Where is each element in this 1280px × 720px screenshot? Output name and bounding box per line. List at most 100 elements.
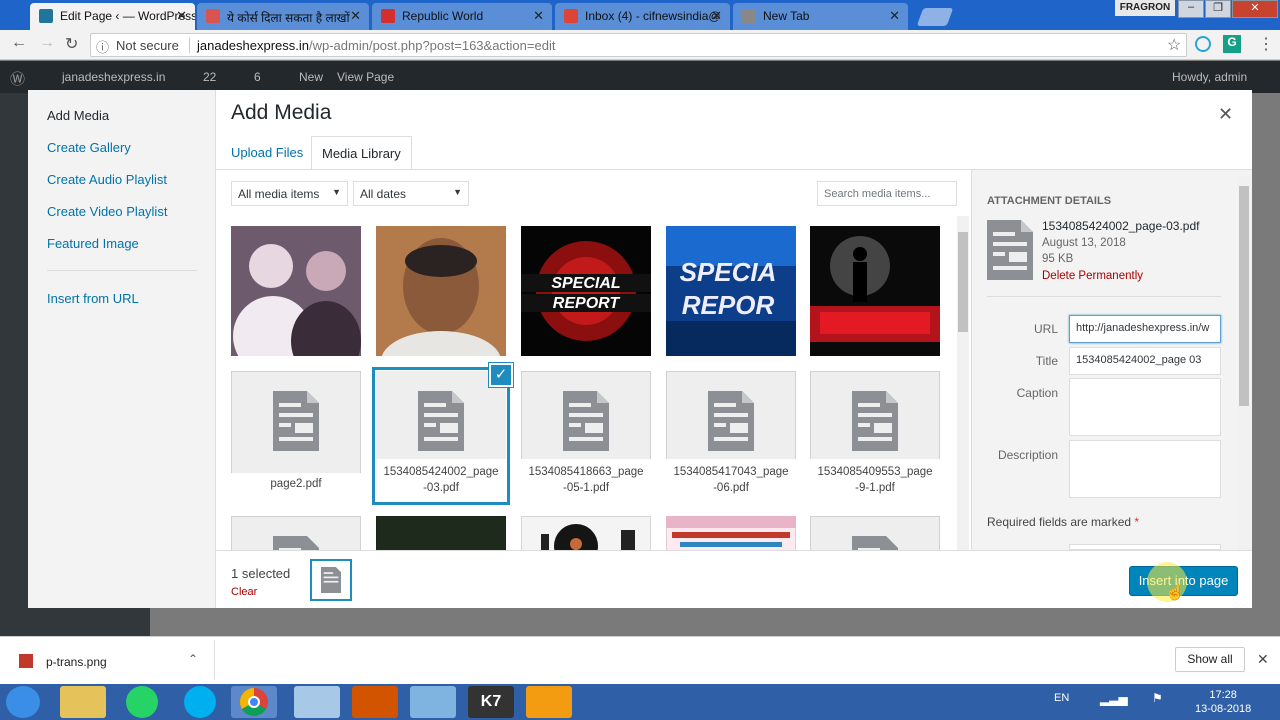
attachment-doc[interactable]: page2.pdf [231,371,361,501]
language-indicator[interactable]: EN [1054,692,1069,704]
tab-close-icon[interactable]: ✕ [889,8,900,24]
taskbar-clock[interactable]: 17:28 13-08-2018 [1195,688,1251,716]
caption-field[interactable] [1069,378,1221,436]
attachment-doc[interactable]: 1534085424002_page-03.pdf [376,371,506,501]
attachment-photo-portrait[interactable] [376,226,506,356]
description-field[interactable] [1069,440,1221,498]
menu-create-video-playlist[interactable]: Create Video Playlist [47,204,167,219]
k7-antivirus-icon[interactable]: K7 [468,686,514,718]
profile-badge[interactable]: FRAGRON [1115,0,1175,16]
attachment-doc[interactable] [810,516,940,550]
attachment-special-report-blue[interactable]: SPECIA REPOR [666,226,796,356]
grid-scrollbar[interactable] [957,216,969,550]
filter-date[interactable]: All dates ▼ [353,181,469,206]
attachment-photo-object[interactable] [521,516,651,550]
document-icon [563,391,609,451]
menu-featured-image[interactable]: Featured Image [47,236,139,251]
browser-tab[interactable]: Edit Page ‹ — WordPress ✕ [30,3,195,30]
browser-tab[interactable]: New Tab ✕ [733,3,908,30]
attachment-photo-banner[interactable] [666,516,796,550]
modal-title: Add Media [231,101,332,124]
menu-dots-icon[interactable]: ⋮ [1258,34,1274,54]
attachment-special-report-red[interactable]: SPECIAL REPORT [521,226,651,356]
filter-media-type[interactable]: All media items ▼ [231,181,348,206]
close-downloads-icon[interactable]: ✕ [1257,651,1269,668]
view-page-link[interactable]: View Page [337,70,394,84]
title-field[interactable]: 1534085424002_page 03 [1069,347,1221,375]
scrollbar-thumb[interactable] [1239,186,1249,406]
tab-favicon-icon [381,9,395,23]
tab-close-icon[interactable]: ✕ [533,8,544,24]
maximize-icon[interactable]: ❐ [1205,0,1231,18]
minimize-icon[interactable]: – [1178,0,1204,18]
forward-icon[interactable]: → [39,34,55,52]
admin-site-name[interactable]: janadeshexpress.in [62,70,165,84]
clear-selection-link[interactable]: Clear [231,586,257,598]
comments-count[interactable]: 6 [254,70,261,84]
divider [189,37,190,53]
attachment-photo-nehru[interactable] [231,226,361,356]
new-menu[interactable]: New [299,70,323,84]
monitor-icon[interactable] [410,686,456,718]
flag-icon[interactable]: ⚑ [1152,691,1163,705]
updates-count[interactable]: 22 [203,70,216,84]
menu-insert-from-url[interactable]: Insert from URL [47,291,139,306]
tab-close-icon[interactable]: ✕ [711,8,722,24]
download-filename[interactable]: p-trans.png [46,655,107,669]
show-all-downloads-button[interactable]: Show all [1175,647,1245,672]
tab-title: Inbox (4) - cifnewsindia@ [585,9,721,23]
clock-time: 17:28 [1209,689,1237,701]
browser-tab[interactable]: Republic World ✕ [372,3,552,30]
explorer-icon[interactable] [60,686,106,718]
whatsapp-icon[interactable] [126,686,158,718]
selection-thumbnail[interactable] [310,559,352,601]
scrollbar-thumb[interactable] [958,232,968,332]
reload-icon[interactable]: ↻ [65,34,78,54]
tab-close-icon[interactable]: ✕ [350,8,361,24]
tab-close-icon[interactable]: ✕ [176,8,187,24]
tab-media-library[interactable]: Media Library [311,136,412,170]
chevron-up-icon[interactable]: ⌃ [188,652,198,666]
attachment-operation-poster[interactable] [810,226,940,356]
back-icon[interactable]: ← [11,34,27,52]
app-icon[interactable] [294,686,340,718]
details-scrollbar[interactable] [1238,176,1250,550]
network-icon[interactable]: ▂▃▅ [1100,692,1128,706]
media-menu: Add Media Create Gallery Create Audio Pl… [28,90,216,608]
menu-separator [47,270,197,271]
delete-permanently-link[interactable]: Delete Permanently [1042,270,1143,282]
attachment-doc[interactable]: 1534085409553_page-9-1.pdf [810,371,940,501]
close-icon[interactable]: ✕ [1218,104,1233,125]
url-path: /wp-admin/post.php?post=163&action=edit [309,38,556,53]
recorder-icon[interactable] [526,686,572,718]
url-field[interactable]: http://janadeshexpress.in/w [1069,315,1221,343]
document-icon [418,391,464,451]
selected-check-icon[interactable]: ✓ [489,363,513,387]
chevron-down-icon: ▼ [453,187,462,197]
tab-upload-files[interactable]: Upload Files [221,136,313,170]
search-input[interactable]: Search media items... [817,181,957,206]
start-button-icon[interactable] [6,686,40,718]
howdy-user[interactable]: Howdy, admin [1172,70,1247,84]
menu-create-gallery[interactable]: Create Gallery [47,140,131,155]
grammarly-icon[interactable]: G [1223,35,1241,53]
wordpress-logo-icon[interactable]: Ⓦ [10,68,25,89]
attachment-photo-forest[interactable] [376,516,506,550]
address-bar[interactable]: ⓘ Not secure janadeshexpress.in /wp-admi… [90,33,1187,57]
extension-icon[interactable] [1195,36,1211,52]
bookmark-star-icon[interactable]: ☆ [1167,35,1181,55]
menu-create-audio-playlist[interactable]: Create Audio Playlist [47,172,167,187]
info-icon[interactable]: ⓘ [96,37,109,56]
menu-add-media[interactable]: Add Media [47,108,109,123]
attachment-filename: 1534085424002_page-03.pdf [376,459,506,501]
attachment-doc[interactable]: 1534085418663_page-05-1.pdf [521,371,651,501]
chrome-icon[interactable] [231,686,277,718]
office-icon[interactable] [352,686,398,718]
attachment-doc[interactable]: 1534085417043_page-06.pdf [666,371,796,501]
browser-tab[interactable]: Inbox (4) - cifnewsindia@ ✕ [555,3,730,30]
skype-icon[interactable] [184,686,216,718]
filter-media-type-value: All media items [238,187,320,201]
attachment-doc[interactable] [231,516,361,550]
window-close-icon[interactable]: ✕ [1232,0,1278,18]
browser-tab[interactable]: ये कोर्स दिला सकता है लाखों ✕ [197,3,369,30]
